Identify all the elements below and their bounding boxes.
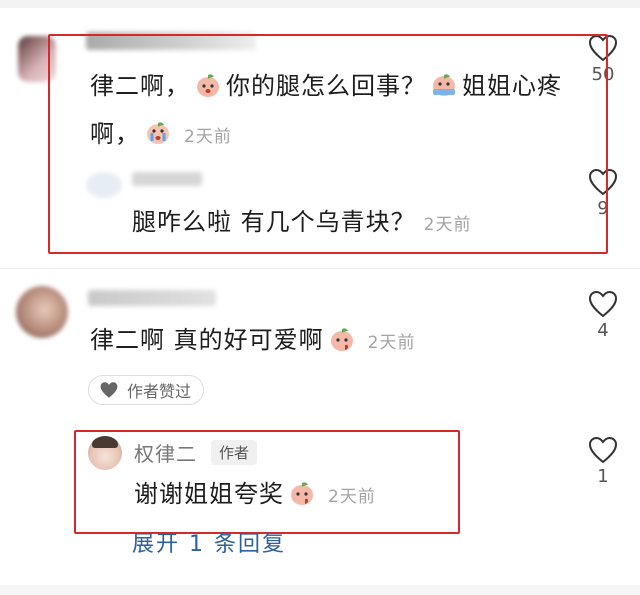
like-button[interactable]: 1 [583,436,623,487]
comment-time: 2天前 [367,333,416,353]
top-divider [0,0,640,8]
comment-text-part: 律二啊 真的好可爱啊 [90,326,324,354]
comment-text: 律二啊 真的好可爱啊 2天前 [90,316,415,367]
like-button[interactable]: 4 [583,290,623,341]
heart-icon [588,436,618,464]
heart-icon [100,382,118,398]
avatar[interactable] [16,286,68,338]
peach-face-emoji-icon [328,321,356,351]
expand-replies-link[interactable]: 展开 1 条回复 [132,526,286,558]
author-liked-label: 作者赞过 [127,382,192,401]
bottom-divider [0,585,640,595]
like-count: 4 [597,320,609,341]
heart-icon [588,290,618,318]
divider [0,268,640,269]
highlight-box [74,430,460,534]
username-blurred[interactable] [88,290,216,306]
like-count: 1 [597,466,609,487]
author-liked-badge[interactable]: 作者赞过 [88,375,205,405]
highlight-box [48,34,608,254]
